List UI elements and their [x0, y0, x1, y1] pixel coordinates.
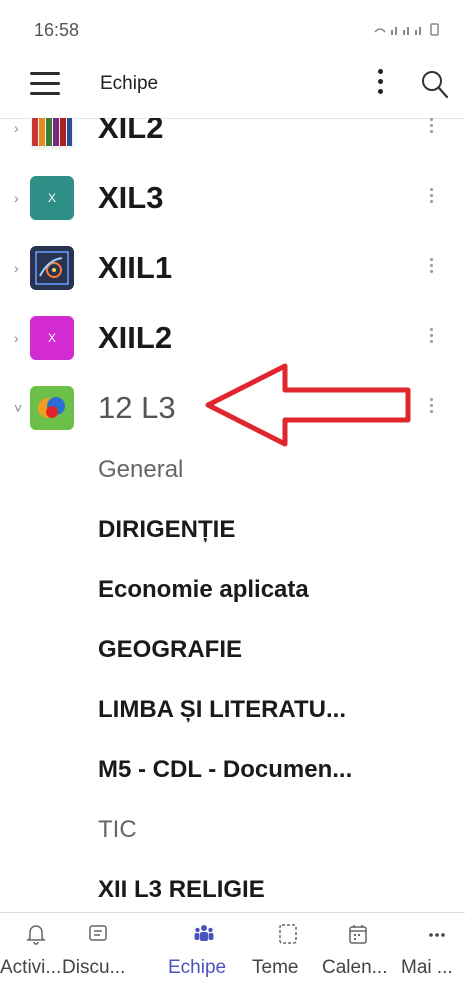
chevron-right-icon: ›: [14, 330, 19, 346]
channel-xii-l3-religie[interactable]: XII L3 RELIGIE: [98, 862, 438, 908]
nav-label: Echipe: [168, 957, 227, 978]
team-more-icon[interactable]: [424, 256, 438, 282]
team-name: XIIL1: [98, 250, 173, 285]
channel-geografie[interactable]: GEOGRAFIE: [98, 622, 438, 678]
chevron-right-icon: ›: [14, 260, 19, 276]
team-list: › XIL2 › X XIL3 › XIIL1 › X XIIL2 ˅ 12 L…: [0, 118, 465, 908]
bottom-navigation: Activi... Discu... Echipe Teme Calen... …: [0, 912, 465, 983]
team-avatar: X: [30, 176, 74, 220]
team-row-xil2[interactable]: › XIL2: [0, 118, 465, 162]
team-more-icon[interactable]: [424, 326, 438, 352]
more-options-icon[interactable]: [372, 66, 388, 102]
team-more-icon[interactable]: [424, 396, 438, 422]
signal-icon: [374, 23, 439, 36]
status-icons: [373, 22, 443, 39]
channel-limba-si-literatura[interactable]: LIMBA ȘI LITERATU...: [98, 682, 438, 738]
assignments-icon: [279, 924, 297, 944]
team-avatar: [30, 386, 74, 430]
nav-more[interactable]: Mai ...: [401, 913, 465, 983]
avatar-letter: X: [47, 331, 56, 345]
team-name: XIL2: [98, 118, 164, 145]
status-time: 16:58: [34, 20, 80, 40]
chat-icon: [89, 925, 107, 941]
team-avatar: [30, 246, 74, 290]
nav-calendar[interactable]: Calen...: [322, 913, 394, 983]
team-avatar: X: [30, 316, 74, 360]
nav-assignments[interactable]: Teme: [252, 913, 324, 983]
menu-icon[interactable]: [30, 72, 60, 96]
channel-m5-cdl[interactable]: M5 - CDL - Documen...: [98, 742, 438, 798]
nav-label: Discu...: [62, 957, 126, 978]
nav-label: Mai ...: [401, 957, 453, 978]
team-row-xil3[interactable]: › X XIL3: [0, 162, 465, 232]
team-row-xiil1[interactable]: › XIIL1: [0, 232, 465, 302]
team-name: XIIL2: [98, 320, 173, 355]
team-more-icon[interactable]: [424, 118, 438, 142]
search-icon[interactable]: [420, 68, 450, 100]
chevron-right-icon: ›: [14, 190, 19, 206]
chevron-right-icon: ›: [14, 120, 19, 136]
annotation-arrow: [205, 363, 411, 447]
more-icon: [429, 933, 445, 937]
team-name: 12 L3: [98, 390, 176, 425]
channel-economie-aplicata[interactable]: Economie aplicata: [98, 562, 438, 618]
team-more-icon[interactable]: [424, 186, 438, 212]
avatar-letter: X: [47, 191, 56, 205]
teams-icon: [194, 925, 214, 941]
app-bar: Echipe: [0, 56, 465, 122]
team-avatar: [30, 118, 74, 150]
team-name: XIL3: [98, 180, 164, 215]
bell-icon: [26, 925, 46, 945]
channel-general[interactable]: General: [98, 442, 438, 498]
nav-label: Teme: [252, 957, 299, 978]
page-title: Echipe: [100, 73, 159, 94]
nav-label: Calen...: [322, 957, 388, 978]
calendar-icon: [349, 925, 367, 944]
channel-tic[interactable]: TIC: [98, 802, 438, 858]
nav-teams[interactable]: Echipe: [168, 913, 240, 983]
chevron-down-icon: ˅: [14, 400, 23, 416]
nav-chat[interactable]: Discu...: [62, 913, 134, 983]
status-bar: 16:58: [0, 0, 465, 56]
channel-dirigentie[interactable]: DIRIGENȚIE: [98, 502, 438, 558]
